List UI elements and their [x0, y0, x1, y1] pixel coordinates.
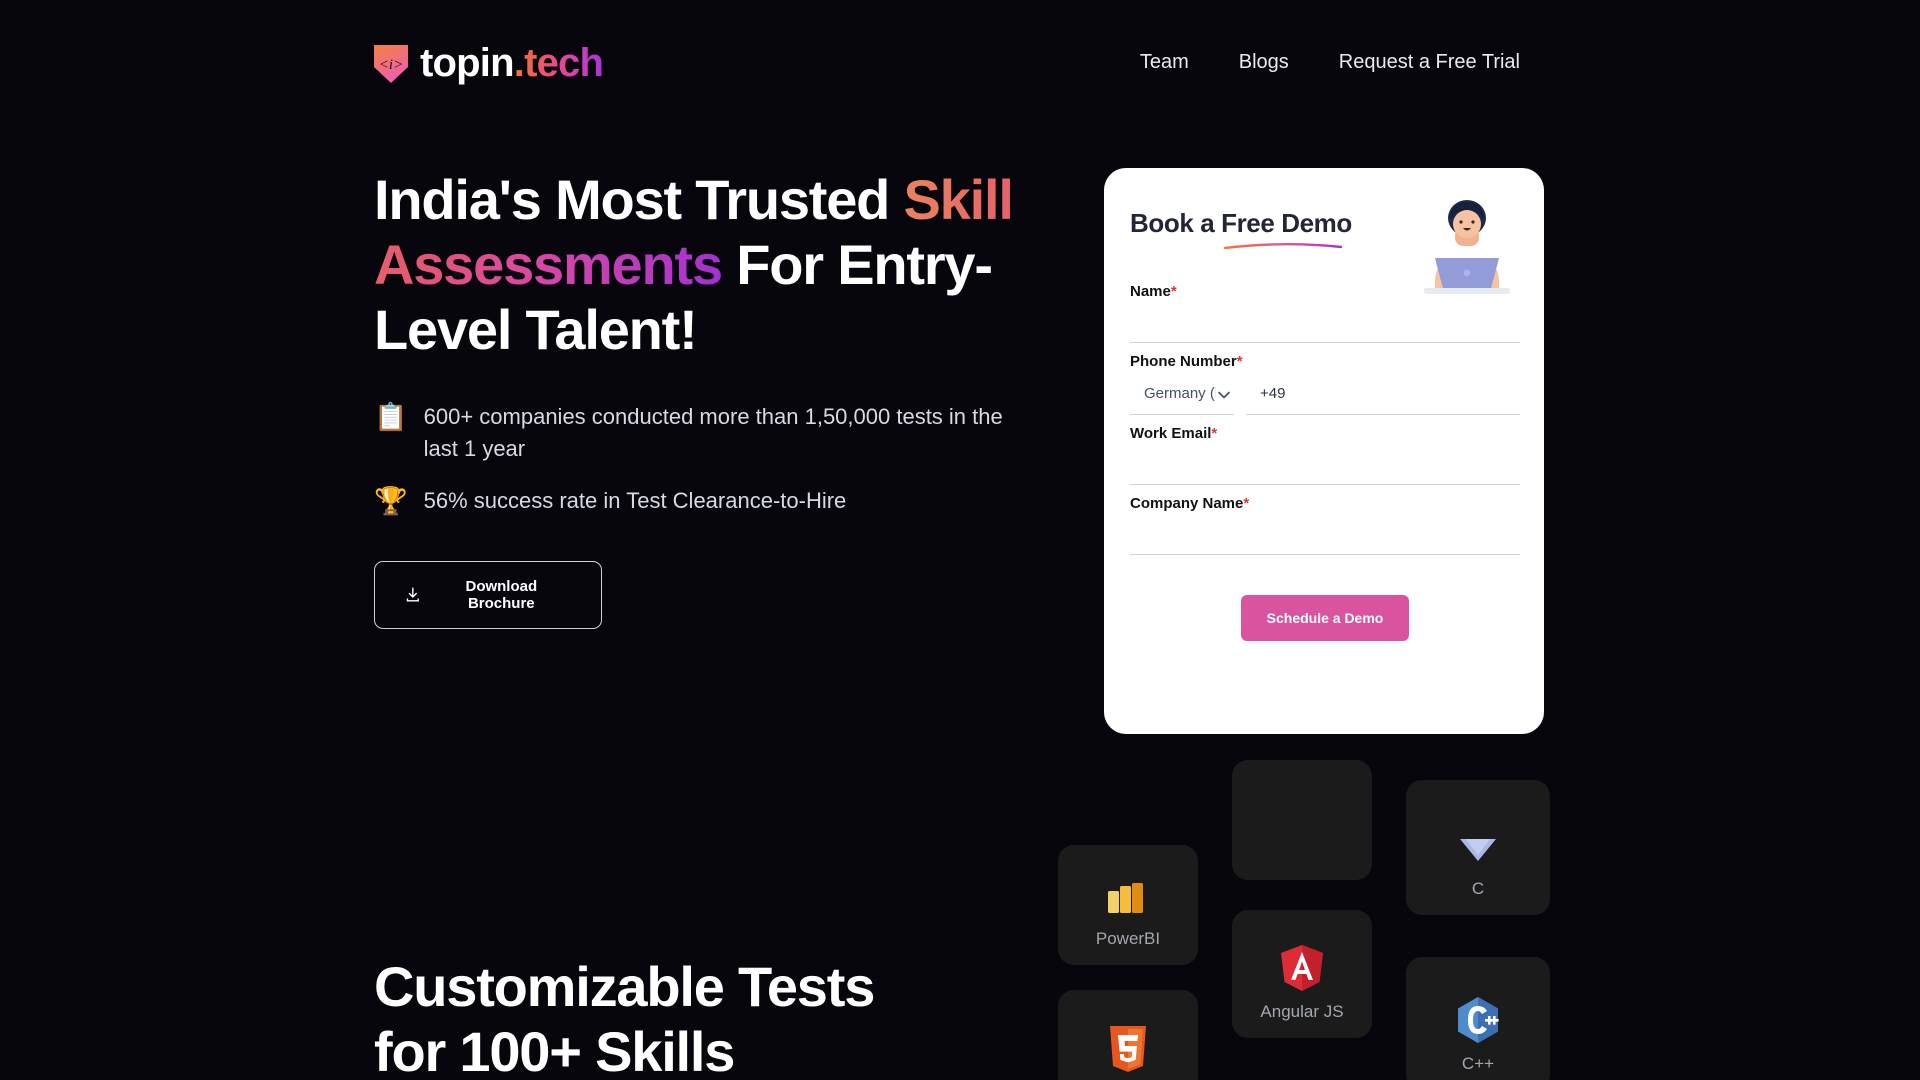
download-brochure-button[interactable]: Download Brochure	[374, 561, 602, 630]
list-item: 🏆 56% success rate in Test Clearance-to-…	[374, 485, 1034, 519]
skill-card-blank[interactable]	[1232, 760, 1372, 880]
trophy-emoji-icon: 🏆	[374, 485, 408, 516]
phone-number-input[interactable]	[1246, 372, 1520, 415]
country-select-wrap: Germany (l	[1130, 372, 1234, 415]
skill-label: Angular JS	[1260, 1002, 1344, 1021]
hero-content: India's Most Trusted Skill Assessments F…	[374, 168, 1034, 630]
skills-card-grid: PowerBI C Angular JS C++	[1058, 760, 1558, 1080]
nav-item-blogs[interactable]: Blogs	[1214, 51, 1314, 74]
site-header: <i> topin .tech Team Blogs Request a Free…	[0, 0, 1920, 125]
country-code-select[interactable]: Germany (l	[1130, 372, 1234, 415]
brand-name-primary: topin	[420, 40, 515, 85]
submit-row: Schedule a Demo	[1130, 595, 1520, 641]
phone-label: Phone Number*	[1130, 353, 1520, 370]
bullet-text: 56% success rate in Test Clearance-to-Hi…	[423, 487, 847, 513]
code-shield-icon: <i>	[374, 44, 408, 83]
landing-page: <i> topin .tech Team Blogs Request a Free…	[0, 0, 1920, 1080]
required-marker: *	[1211, 425, 1218, 442]
book-demo-card: Book a Free Demo Name* Phone Number* Ger…	[1104, 168, 1544, 734]
svg-text:<i>: <i>	[379, 57, 403, 73]
page-title: India's Most Trusted Skill Assessments F…	[374, 168, 1034, 363]
brand-logo[interactable]: <i> topin .tech	[374, 40, 604, 85]
clipboard-emoji-icon: 📋	[374, 401, 408, 432]
company-name-label: Company Name*	[1130, 495, 1520, 512]
skills-heading-line1: Customizable Tests	[374, 955, 875, 1018]
field-company-name: Company Name*	[1130, 495, 1520, 555]
required-marker: *	[1243, 495, 1250, 512]
work-email-label-text: Work Email	[1130, 425, 1212, 442]
skill-card-cplusplus[interactable]: C++	[1406, 957, 1550, 1080]
headline-part-1: India's Most Trusted	[374, 168, 904, 231]
name-label-text: Name	[1130, 283, 1171, 300]
phone-row: Germany (l	[1130, 372, 1520, 415]
cplusplus-icon	[1458, 997, 1499, 1043]
company-name-input[interactable]	[1130, 512, 1520, 555]
download-brochure-label: Download Brochure	[465, 578, 538, 613]
phone-label-text: Phone Number	[1130, 353, 1237, 370]
html5-icon	[1110, 1026, 1146, 1072]
angular-icon	[1281, 945, 1323, 991]
skill-card-c[interactable]: C	[1406, 780, 1550, 915]
powerbi-icon	[1108, 883, 1143, 913]
bullet-text: 600+ companies conducted more than 1,50,…	[423, 403, 1003, 461]
field-phone: Phone Number* Germany (l	[1130, 353, 1520, 415]
brand-name-suffix: .tech	[513, 40, 604, 85]
company-name-label-text: Company Name	[1130, 495, 1244, 512]
skills-section-title: Customizable Tests for 100+ Skills	[374, 955, 1074, 1080]
name-input[interactable]	[1130, 300, 1520, 343]
download-icon	[406, 587, 419, 602]
work-email-label: Work Email*	[1130, 425, 1520, 442]
required-marker: *	[1236, 353, 1243, 370]
title-underline-decoration	[1223, 243, 1343, 250]
skill-label: PowerBI	[1095, 929, 1161, 948]
person-with-laptop-illustration	[1410, 196, 1524, 296]
required-marker: *	[1170, 283, 1177, 300]
c-language-icon	[1460, 839, 1496, 861]
form-header: Book a Free Demo	[1130, 196, 1524, 296]
nav-item-request-free-trial[interactable]: Request a Free Trial	[1314, 51, 1545, 74]
brand-wordmark: topin .tech	[420, 40, 604, 85]
field-work-email: Work Email*	[1130, 425, 1520, 485]
nav-item-team[interactable]: Team	[1115, 51, 1214, 74]
skill-card-angular-js[interactable]: Angular JS	[1232, 910, 1372, 1038]
hero-bullet-list: 📋 600+ companies conducted more than 1,5…	[374, 401, 1034, 519]
demo-form: Name* Phone Number* Germany (l +49 Work …	[1130, 283, 1520, 641]
skill-label: C	[1471, 879, 1485, 898]
main-nav: Team Blogs Request a Free Trial	[1115, 51, 1545, 74]
skill-card-powerbi[interactable]: PowerBI	[1058, 845, 1198, 965]
work-email-input[interactable]	[1130, 442, 1520, 485]
list-item: 📋 600+ companies conducted more than 1,5…	[374, 401, 1034, 465]
skills-heading-line2: for 100+ Skills	[374, 1019, 735, 1080]
skill-card-html[interactable]: HTML	[1058, 990, 1198, 1080]
skill-label: C++	[1461, 1054, 1495, 1073]
schedule-demo-button[interactable]: Schedule a Demo	[1240, 595, 1410, 641]
